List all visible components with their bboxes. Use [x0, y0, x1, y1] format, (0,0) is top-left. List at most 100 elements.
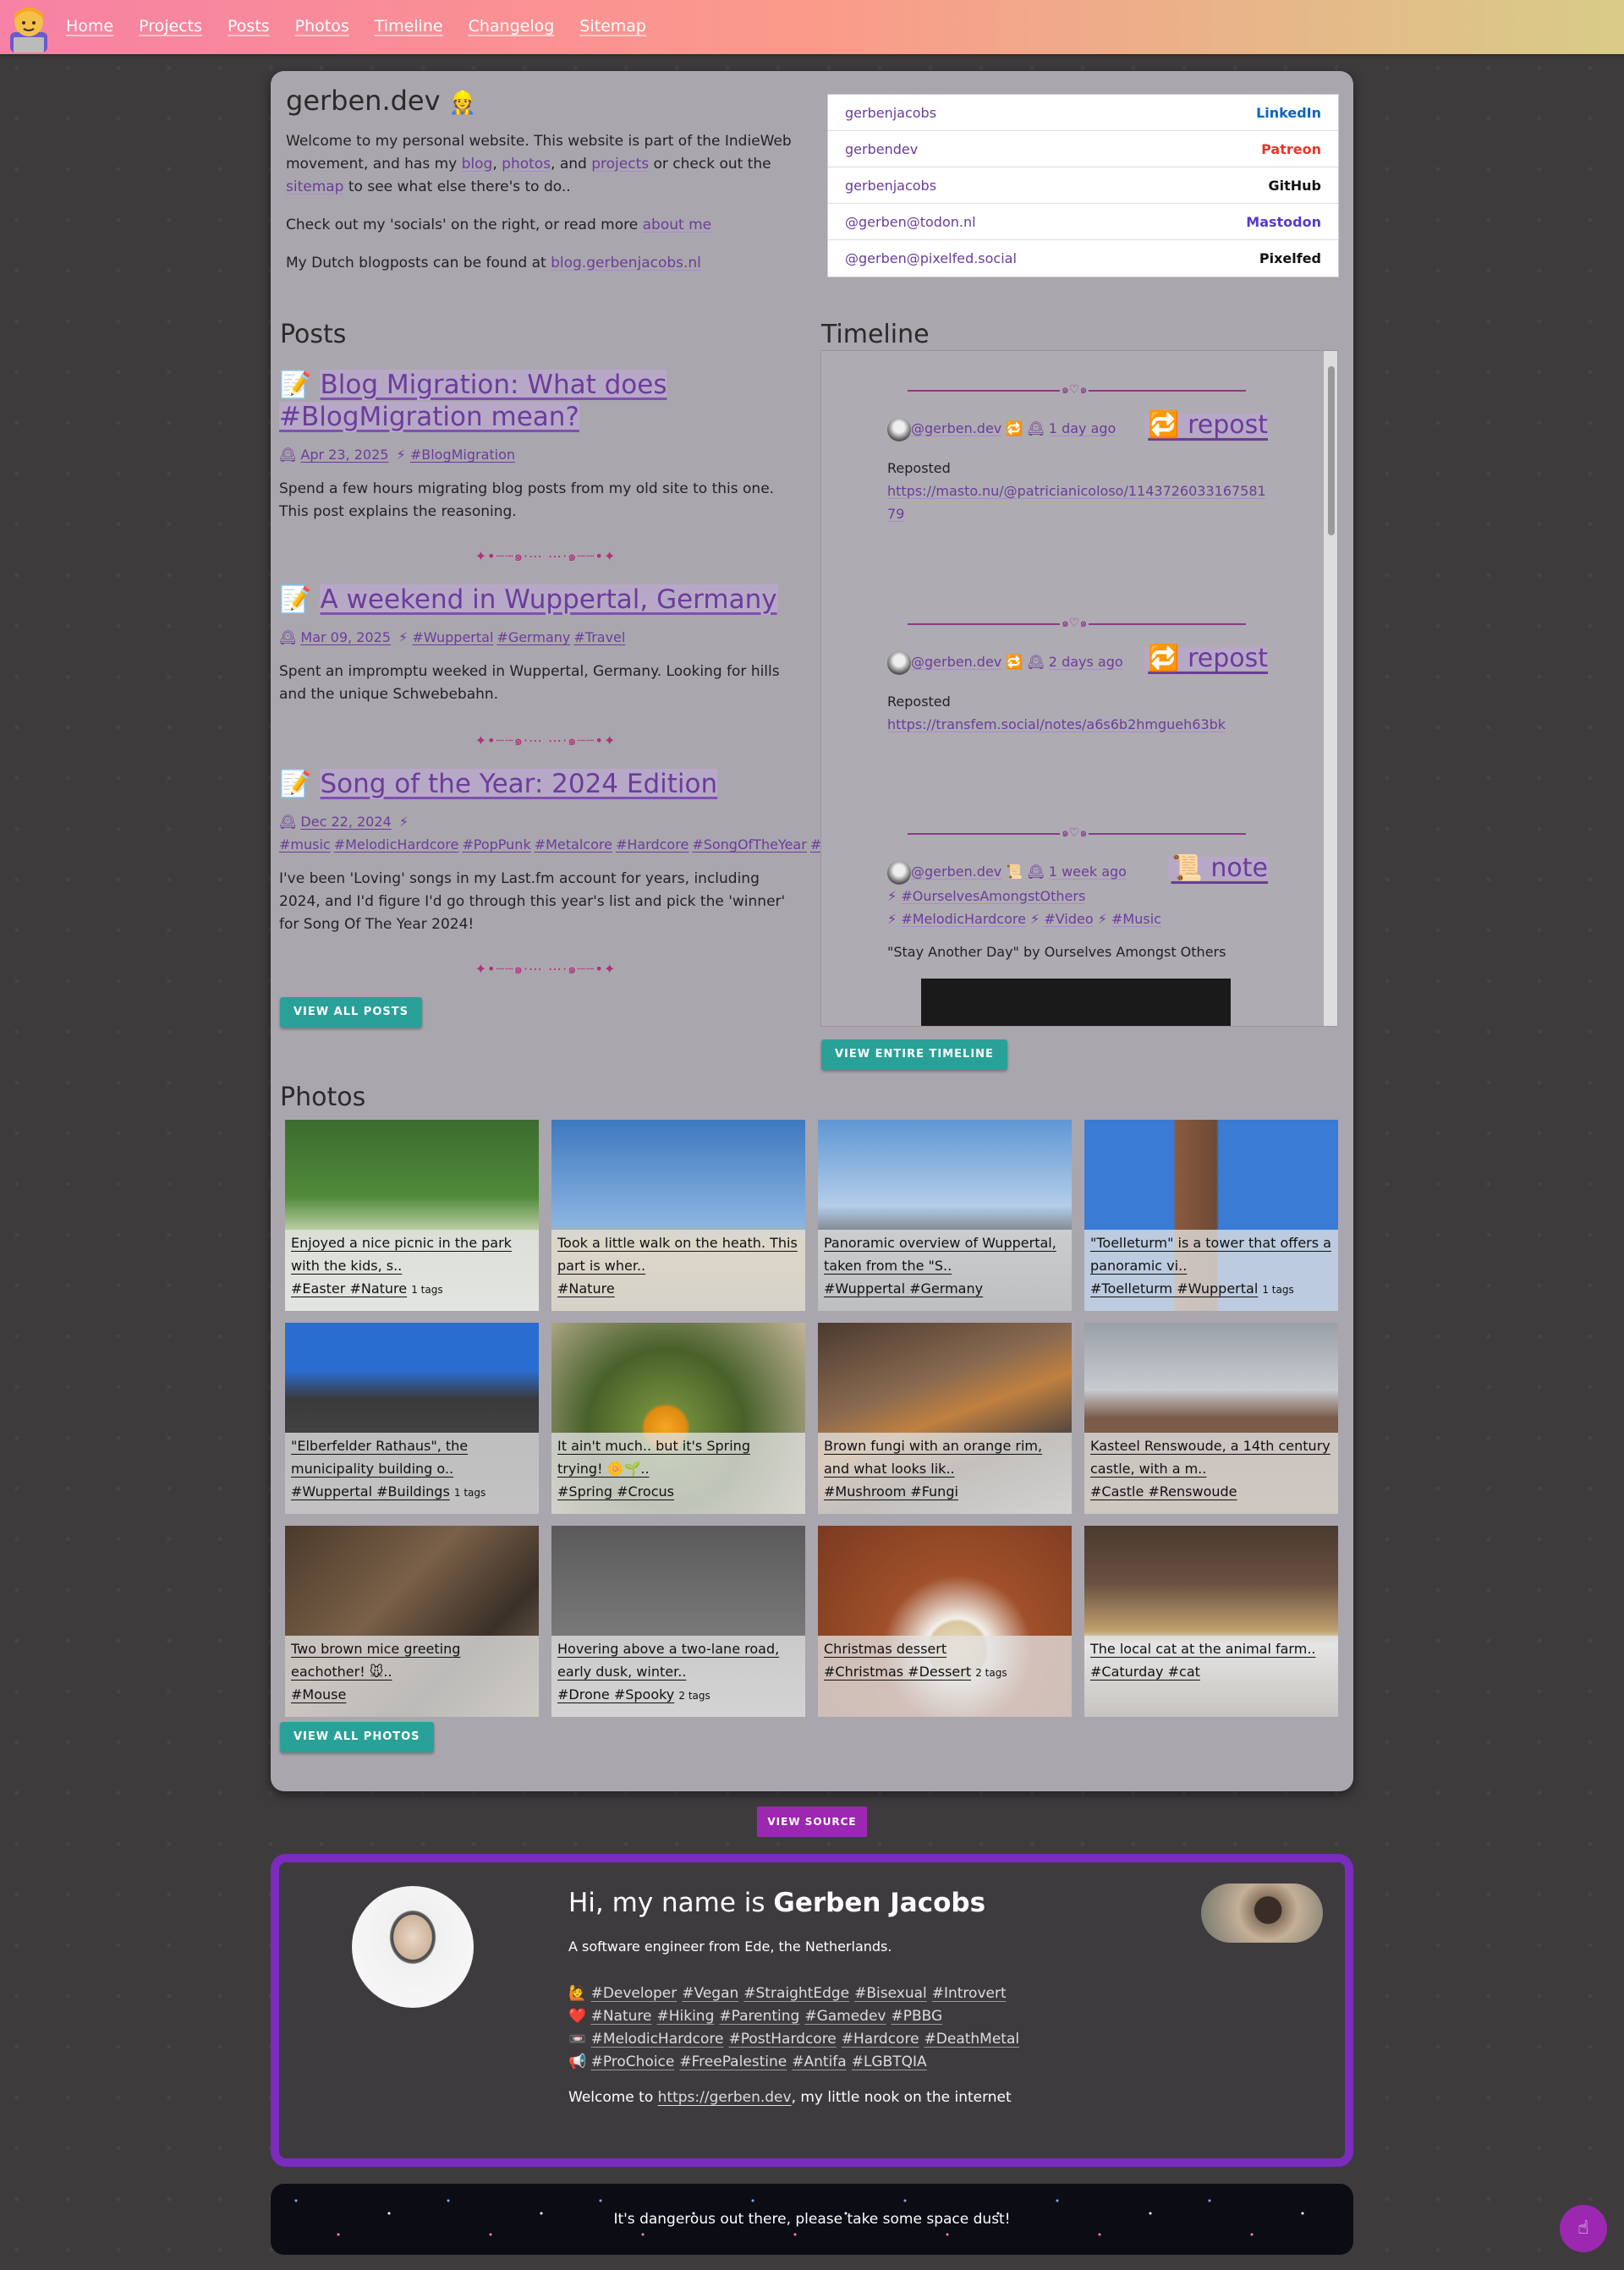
entry-kind-repost[interactable]: 🔁 repost	[1144, 413, 1268, 438]
post-tag[interactable]: #Wuppertal	[412, 629, 493, 645]
photo-card[interactable]: Kasteel Renswoude, a 14th century castle…	[1084, 1323, 1338, 1514]
sitemap-link[interactable]: sitemap	[286, 178, 343, 195]
pointing-hand-button[interactable]: ☝	[1560, 2205, 1607, 2252]
author-link[interactable]: @gerben.dev	[911, 864, 1001, 880]
photo-card[interactable]: Enjoyed a nice picnic in the park with t…	[285, 1120, 539, 1311]
entry-age-link[interactable]: 1 day ago	[1049, 420, 1116, 436]
entry-tag[interactable]: #MelodicHardcore	[901, 911, 1026, 927]
about-tag[interactable]: #Developer	[591, 1985, 678, 2002]
post-date[interactable]: Apr 23, 2025	[300, 447, 388, 463]
photo-card[interactable]: "Toelleturm" is a tower that offers a pa…	[1084, 1120, 1338, 1311]
photo-tags[interactable]: #Wuppertal #Buildings	[291, 1483, 450, 1500]
author-link[interactable]: @gerben.dev	[911, 654, 1001, 670]
social-patreon[interactable]: gerbendev Patreon	[828, 131, 1338, 167]
entry-tag[interactable]: #Video	[1044, 911, 1093, 927]
scrollbar-thumb[interactable]	[1328, 366, 1335, 535]
entry-tag[interactable]: #Music	[1111, 911, 1161, 927]
timeline-feed[interactable]: ๑♡๑ @gerben.dev 🔁 🕰 1 day ago 🔁 repost R…	[820, 350, 1338, 1027]
photo-card[interactable]: It ain't much.. but it's Spring trying! …	[551, 1323, 805, 1514]
about-tag[interactable]: #MelodicHardcore	[591, 2031, 724, 2048]
photo-tags[interactable]: #Easter #Nature	[291, 1280, 407, 1297]
post-tag[interactable]: #PopPunk	[462, 836, 530, 853]
photo-card[interactable]: Panoramic overview of Wuppertal, taken f…	[818, 1120, 1072, 1311]
photo-caption-text[interactable]: Two brown mice greeting eachother! 🐭..	[291, 1641, 460, 1680]
photo-caption-text[interactable]: Christmas dessert	[824, 1641, 946, 1657]
nav-photos[interactable]: Photos	[295, 17, 349, 36]
blog-link[interactable]: blog	[462, 156, 493, 173]
photo-tags[interactable]: #Nature	[557, 1280, 615, 1297]
social-github[interactable]: gerbenjacobs GitHub	[828, 167, 1338, 204]
view-source-button[interactable]: VIEW SOURCE	[757, 1807, 867, 1837]
about-tag[interactable]: #PostHardcore	[728, 2031, 836, 2048]
post-title-text[interactable]: Blog Migration: What does #BlogMigration…	[279, 370, 667, 432]
post-tag[interactable]: #Hardcore	[616, 836, 689, 853]
post-tag[interactable]: #MelodicHardcore	[334, 836, 459, 853]
entry-tag[interactable]: #OurselvesAmongstOthers	[901, 888, 1085, 904]
about-tag[interactable]: #LGBTQIA	[852, 2053, 927, 2070]
about-tag[interactable]: #StraightEdge	[743, 1985, 849, 2002]
photo-tags[interactable]: #Toelleturm #Wuppertal	[1090, 1280, 1258, 1297]
social-linkedin[interactable]: gerbenjacobs LinkedIn	[828, 95, 1338, 131]
about-tag[interactable]: #PBBG	[892, 2008, 943, 2025]
photo-card[interactable]: Hovering above a two-lane road, early du…	[551, 1526, 805, 1717]
photo-caption-text[interactable]: It ain't much.. but it's Spring trying! …	[557, 1438, 750, 1477]
photo-card[interactable]: Two brown mice greeting eachother! 🐭.. #M…	[285, 1526, 539, 1717]
view-entire-timeline-button[interactable]: VIEW ENTIRE TIMELINE	[821, 1039, 1007, 1070]
homepage-link[interactable]: https://gerben.dev	[658, 2089, 792, 2106]
post-tag[interactable]: #Metalcore	[535, 836, 612, 853]
nav-posts[interactable]: Posts	[228, 17, 270, 36]
author-link[interactable]: @gerben.dev	[911, 420, 1001, 436]
about-tag[interactable]: #Introvert	[932, 1985, 1007, 2002]
photo-caption-text[interactable]: Enjoyed a nice picnic in the park with t…	[291, 1235, 512, 1274]
photo-card[interactable]: Took a little walk on the heath. This pa…	[551, 1120, 805, 1311]
dutch-blog-link[interactable]: blog.gerbenjacobs.nl	[551, 255, 701, 271]
post-title[interactable]: 📝 Song of the Year: 2024 Edition	[279, 768, 804, 800]
photo-caption-text[interactable]: Kasteel Renswoude, a 14th century castle…	[1090, 1438, 1330, 1477]
social-mastodon[interactable]: @gerben@todon.nl Mastodon	[828, 204, 1338, 240]
entry-link[interactable]: https://masto.nu/@patricianicoloso/11437…	[887, 483, 1266, 522]
photo-tags[interactable]: #Mushroom #Fungi	[824, 1483, 958, 1500]
photo-tags[interactable]: #Wuppertal #Germany	[824, 1280, 983, 1297]
about-me-link[interactable]: about me	[643, 217, 711, 233]
photo-caption-text[interactable]: Panoramic overview of Wuppertal, taken f…	[824, 1235, 1056, 1274]
nav-changelog[interactable]: Changelog	[469, 17, 555, 36]
photo-tags[interactable]: #Castle #Renswoude	[1090, 1483, 1237, 1500]
post-title-text[interactable]: Song of the Year: 2024 Edition	[320, 769, 718, 799]
nav-home[interactable]: Home	[66, 17, 113, 36]
about-tag[interactable]: #ProChoice	[591, 2053, 675, 2070]
post-tag[interactable]: #BlogMigration	[410, 447, 515, 463]
about-tag[interactable]: #Hardcore	[842, 2031, 919, 2048]
view-all-photos-button[interactable]: VIEW ALL PHOTOS	[280, 1722, 434, 1752]
entry-kind-repost[interactable]: 🔁 repost	[1144, 646, 1268, 672]
about-tag[interactable]: #Gamedev	[804, 2008, 886, 2025]
post-tag[interactable]: #Germany	[497, 629, 570, 645]
photo-tags[interactable]: #Drone #Spooky	[557, 1686, 674, 1702]
entry-age-link[interactable]: 2 days ago	[1049, 654, 1123, 670]
entry-link[interactable]: https://transfem.social/notes/a6s6b2hmgu…	[887, 716, 1226, 732]
post-tag[interactable]: #SongOfTheYear	[692, 836, 807, 853]
photos-link[interactable]: photos	[502, 156, 551, 173]
photo-caption-text[interactable]: The local cat at the animal farm..	[1090, 1641, 1315, 1657]
about-tag[interactable]: #FreePalestine	[679, 2053, 787, 2070]
about-tag[interactable]: #Parenting	[719, 2008, 799, 2025]
about-tag[interactable]: #Vegan	[682, 1985, 738, 2002]
nav-projects[interactable]: Projects	[139, 17, 202, 36]
photo-card[interactable]: "Elberfelder Rathaus", the municipality …	[285, 1323, 539, 1514]
developer-emoji-icon[interactable]	[5, 2, 52, 52]
nav-sitemap[interactable]: Sitemap	[579, 17, 646, 36]
about-tag[interactable]: #Hiking	[656, 2008, 714, 2025]
about-tag[interactable]: #Bisexual	[854, 1985, 927, 2002]
photo-tags[interactable]: #Caturday #cat	[1090, 1664, 1200, 1680]
post-tag[interactable]: #music	[279, 836, 331, 853]
timeline-scrollbar[interactable]	[1324, 351, 1337, 1026]
photo-caption-text[interactable]: Hovering above a two-lane road, early du…	[557, 1641, 779, 1680]
about-tag[interactable]: #Antifa	[792, 2053, 846, 2070]
photo-tags[interactable]: #Christmas #Dessert	[824, 1664, 971, 1680]
photo-card[interactable]: Christmas dessert #Christmas #Dessert 2 t…	[818, 1526, 1072, 1717]
projects-link[interactable]: projects	[591, 156, 649, 173]
nav-timeline[interactable]: Timeline	[375, 17, 443, 36]
photo-tags[interactable]: #Mouse	[291, 1686, 346, 1702]
photo-caption-text[interactable]: Took a little walk on the heath. This pa…	[557, 1235, 798, 1274]
entry-age-link[interactable]: 1 week ago	[1049, 864, 1127, 880]
photo-caption-text[interactable]: Brown fungi with an orange rim, and what…	[824, 1438, 1042, 1477]
